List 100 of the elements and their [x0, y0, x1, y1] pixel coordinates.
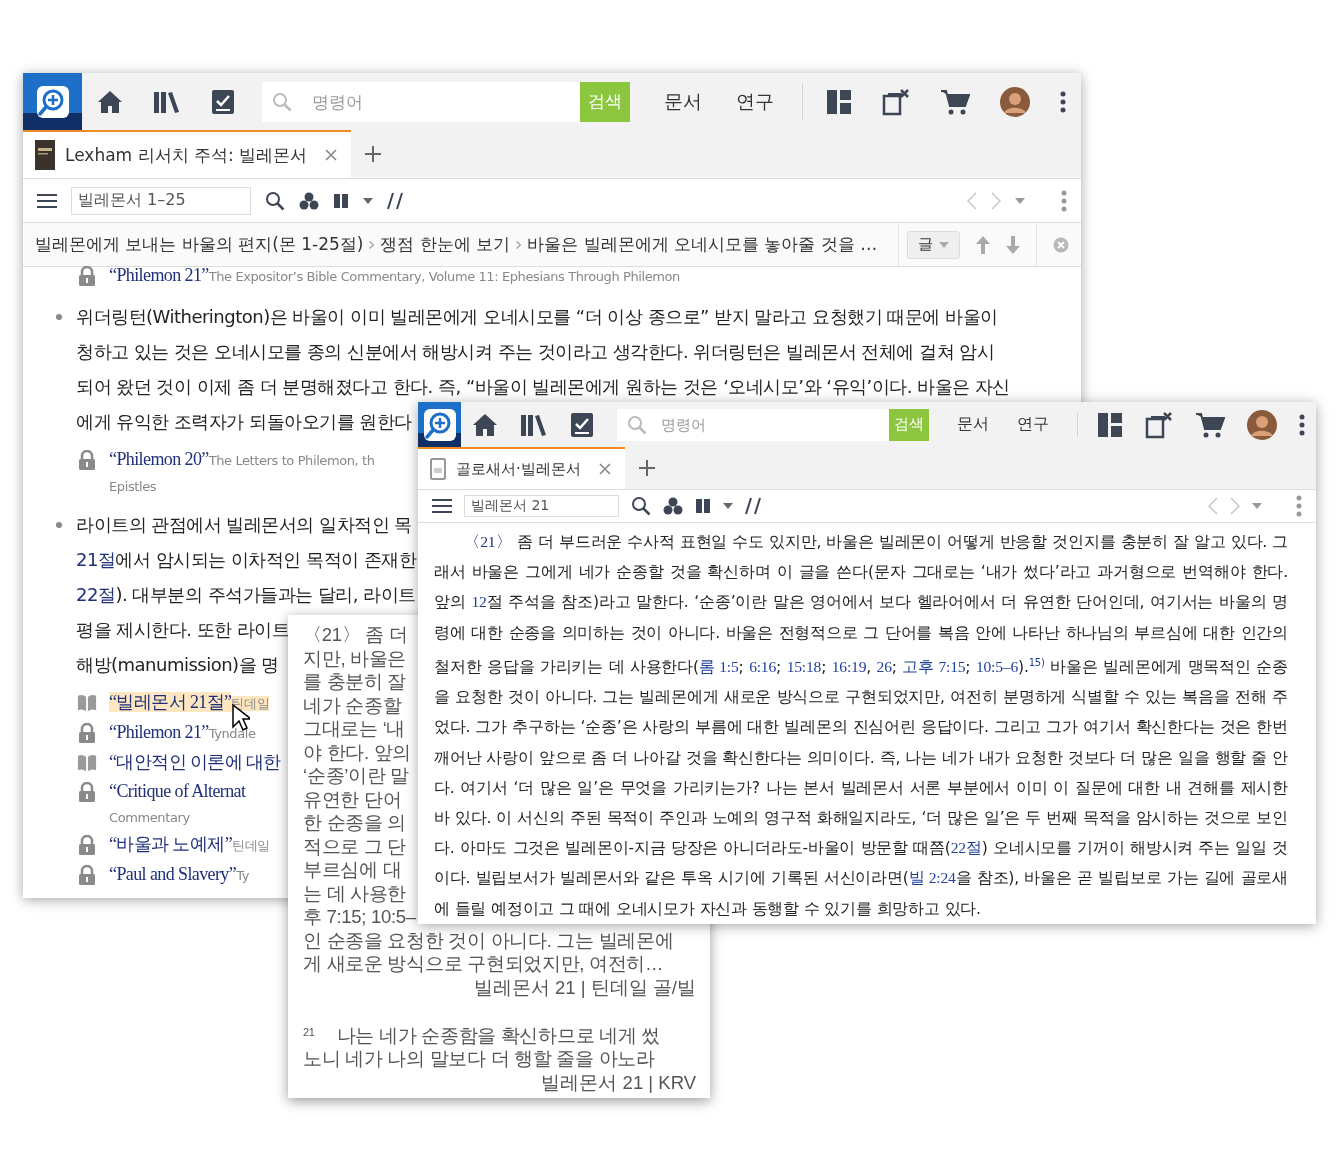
cart-icon[interactable]: [1195, 410, 1225, 439]
reference-field[interactable]: 빌레몬서 1–25: [71, 186, 251, 215]
lock-icon: [77, 782, 97, 802]
citation: 빌레몬서 21 | 틴데일 골/빌: [472, 975, 696, 1000]
logo-tile[interactable]: [23, 73, 83, 130]
preview-text: 야 한다. 앞의: [303, 740, 412, 764]
sort-dropdown[interactable]: 글: [907, 230, 960, 259]
document-icon: [430, 458, 446, 480]
reference-link[interactable]: “바울과 노예제”: [109, 834, 233, 854]
reference-link[interactable]: “빌레몬서 21절”: [109, 692, 232, 712]
verse-link[interactable]: 6:16: [749, 658, 777, 675]
footnote-link[interactable]: 15): [1028, 656, 1045, 668]
library-icon[interactable]: [153, 89, 182, 114]
book-cover-icon: [35, 140, 55, 170]
breadcrumb-link[interactable]: 쟁점 한눈에 보기: [380, 233, 511, 256]
checklist-icon[interactable]: [211, 88, 236, 115]
window-close-icon[interactable]: [1145, 410, 1173, 439]
verse-link[interactable]: 빌 2:24: [908, 869, 956, 887]
menu-icon[interactable]: [37, 192, 57, 209]
more-icon[interactable]: [1060, 90, 1066, 113]
preview-text: 게 새로운 방식으로 구현되었지만, 여전히…: [303, 952, 664, 976]
preview-text: 지만, 바울은: [303, 646, 407, 670]
menu-item[interactable]: 연구: [1017, 414, 1050, 435]
bullet-text: 에게 유익한 조력자가 되돌아오기를 원한다: [76, 410, 412, 434]
cart-icon[interactable]: [940, 87, 970, 116]
caret-icon[interactable]: [1015, 197, 1025, 204]
verse-link[interactable]: 22절: [76, 584, 116, 605]
tab-label[interactable]: Lexham 리서치 주석: 빌레몬서: [65, 143, 308, 167]
chevron-separator-icon: [516, 240, 522, 249]
close-icon[interactable]: [325, 149, 338, 161]
breadcrumb-link[interactable]: 빌레몬에게 보내는 바울의 편지(몬 1-25절): [35, 233, 364, 256]
verse-link[interactable]: 12: [471, 593, 487, 611]
verse-link[interactable]: 고후 7:15: [902, 658, 966, 675]
verse-link[interactable]: 21절: [76, 549, 116, 570]
bullet-text: 위더링턴(Witherington)은 바울이 이미 빌레몬에게 오네시모를 “더 이상 종으로” 받지 말라고 요청했기 때문에 바울이: [76, 305, 998, 329]
search-field[interactable]: 명령어: [262, 81, 581, 122]
document-tab[interactable]: 골로새서·빌레몬서: [418, 447, 625, 489]
home-icon[interactable]: [472, 412, 499, 437]
menu-icon[interactable]: [432, 498, 452, 514]
preview-text: 적으로 그 단: [303, 834, 407, 858]
search-icon[interactable]: [265, 190, 285, 211]
document-tab[interactable]: Lexham 리서치 주석: 빌레몬서: [23, 130, 352, 178]
bullet-text: 해방(manumission)을 명: [76, 653, 279, 677]
bullet-text: 22절). 대부분의 주석가들과는 달리, 라이트: [76, 583, 416, 607]
checklist-icon[interactable]: [570, 411, 595, 438]
verse-link[interactable]: 10:5–6: [975, 658, 1019, 675]
bullet-text: 되어 왔던 것이 이제 좀 더 분명해졌다고 한다. 즉, “바울이 빌레몬에게 원하는 것은 ‘오네시모’와 ‘유익’이다. 바울은 자신: [76, 375, 1010, 399]
library-icon[interactable]: [520, 412, 549, 437]
source-title: The Expositor’s Bible Commentary, Volume 11: Ephesians Through Philemon: [208, 269, 680, 284]
search-field[interactable]: 명령어: [617, 408, 890, 441]
avatar-icon[interactable]: [1000, 86, 1030, 117]
close-icon[interactable]: [598, 463, 611, 475]
reference-link[interactable]: “Critique of Alternat: [109, 781, 246, 801]
add-tab-icon[interactable]: [365, 146, 382, 162]
layout-icon[interactable]: [1097, 411, 1123, 438]
verse-link[interactable]: 롬 1:5: [698, 658, 739, 675]
add-tab-icon[interactable]: [638, 460, 655, 476]
search-icon: [272, 91, 293, 112]
layout-icon[interactable]: [826, 88, 852, 115]
caret-icon[interactable]: [1252, 503, 1262, 509]
menu-item[interactable]: 연구: [736, 88, 774, 115]
source-title: Commentary: [109, 809, 191, 827]
search-icon: [627, 414, 648, 435]
search-icon[interactable]: [631, 496, 651, 516]
reference-link[interactable]: “Philemon 21”: [109, 265, 209, 285]
menu-item[interactable]: 문서: [957, 414, 990, 435]
columns-icon[interactable]: [695, 498, 711, 514]
window-close-icon[interactable]: [882, 87, 910, 116]
bullet-dot: [56, 522, 62, 528]
reference-field[interactable]: 빌레몬서 21: [464, 495, 619, 517]
verse-link[interactable]: 26: [876, 658, 892, 675]
avatar-icon[interactable]: [1247, 409, 1277, 440]
verse-link[interactable]: 16:19: [831, 658, 867, 675]
caret-icon[interactable]: [723, 503, 733, 509]
home-icon[interactable]: [97, 89, 124, 114]
bullet-text: 평을 제시한다. 또한 라이트: [76, 618, 290, 642]
reference-link[interactable]: “Philemon 20”: [109, 449, 209, 469]
reference-link[interactable]: “Paul and Slavery”: [109, 864, 237, 884]
verse-link[interactable]: 15:18: [786, 658, 822, 675]
bullet-text: 21절에서 암시되는 이차적인 목적이 존재한: [76, 548, 417, 572]
citation: 빌레몬서 21 | KRV: [540, 1070, 696, 1095]
caret-icon[interactable]: [363, 197, 373, 204]
preview-text: 〈21〉 좀 더: [303, 623, 408, 647]
bullet-dot: [56, 314, 62, 320]
parallel-icon[interactable]: [745, 497, 761, 515]
reference-link[interactable]: “Philemon 21”: [109, 722, 209, 742]
verse-link[interactable]: 22절: [950, 839, 982, 857]
visual-filter-icon[interactable]: [299, 191, 319, 210]
columns-icon[interactable]: [333, 192, 349, 209]
tab-label[interactable]: 골로새서·빌레몬서: [456, 459, 581, 479]
visual-filter-icon[interactable]: [663, 497, 683, 515]
menu-item[interactable]: 문서: [664, 88, 702, 115]
lock-icon: [77, 835, 97, 855]
breadcrumb-link[interactable]: 바울은 빌레몬에게 오네시모를 놓아줄 것을 …: [527, 233, 878, 256]
logo-icon[interactable]: [35, 84, 70, 119]
preview-text: ‘순종’이란 말: [303, 764, 409, 788]
preview-text: 는 데 사용한: [303, 881, 407, 905]
reference-link[interactable]: “대안적인 이론에 대한: [109, 752, 281, 772]
parallel-icon[interactable]: [387, 191, 403, 210]
more-icon[interactable]: [1299, 413, 1305, 436]
